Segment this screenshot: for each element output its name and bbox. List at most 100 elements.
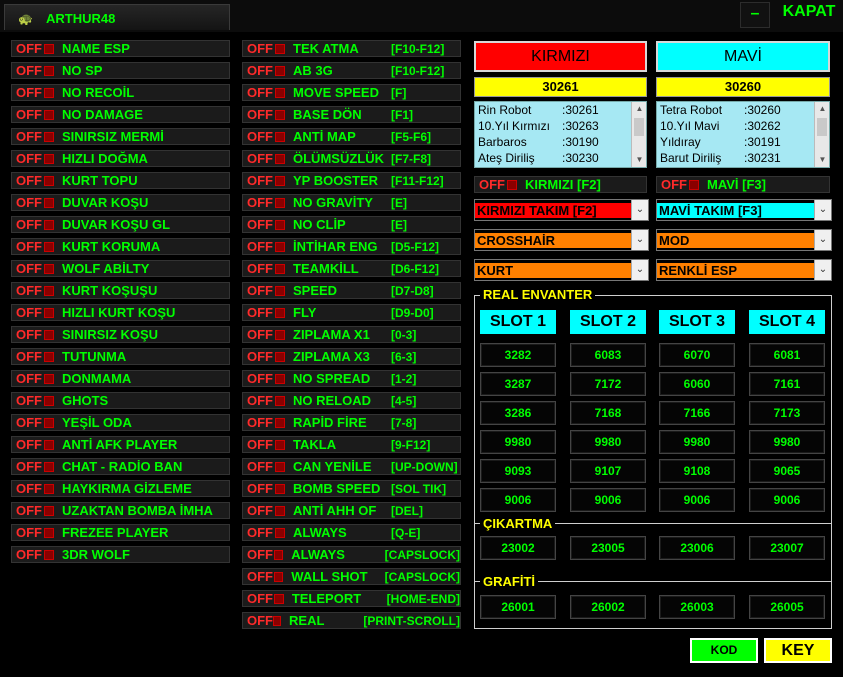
scrollbar[interactable]: ▲ ▼	[814, 102, 829, 167]
feature-toggle[interactable]: OFF NO SP	[11, 62, 230, 79]
scroll-thumb[interactable]	[634, 118, 644, 136]
feature-toggle[interactable]: OFF WOLF ABİLTY	[11, 260, 230, 277]
inventory-slot-input[interactable]: 9980	[659, 430, 735, 454]
hotkey-feature-toggle[interactable]: OFF SPEED [D7-D8]	[242, 282, 461, 299]
blue-team-button[interactable]: MAVİ	[656, 41, 830, 72]
inventory-slot-input[interactable]: 9108	[659, 459, 735, 483]
mod-dropdown[interactable]: MOD ⌄	[656, 229, 832, 251]
list-item[interactable]: Rin Robot:30261	[475, 102, 646, 118]
hotkey-feature-toggle[interactable]: OFF TEK ATMA [F10-F12]	[242, 40, 461, 57]
hotkey-feature-toggle[interactable]: OFF NO GRAVİTY [E]	[242, 194, 461, 211]
inventory-slot-input[interactable]: 9980	[570, 430, 646, 454]
feature-toggle[interactable]: OFF CHAT - RADİO BAN	[11, 458, 230, 475]
cikartma-input[interactable]: 23005	[570, 536, 646, 560]
list-item[interactable]: Tetra Robot:30260	[657, 102, 829, 118]
red-team-dropdown[interactable]: KIRMIZI TAKIM [F2] ⌄	[474, 199, 649, 221]
inventory-slot-input[interactable]: 7166	[659, 401, 735, 425]
hotkey-feature-toggle[interactable]: OFF YP BOOSTER [F11-F12]	[242, 172, 461, 189]
feature-toggle[interactable]: OFF HIZLI DOĞMA	[11, 150, 230, 167]
grafiti-input[interactable]: 26002	[570, 595, 646, 619]
inventory-slot-input[interactable]: 6083	[570, 343, 646, 367]
blue-team-dropdown[interactable]: MAVİ TAKIM [F3] ⌄	[656, 199, 832, 221]
hotkey-feature-toggle[interactable]: OFF MOVE SPEED [F]	[242, 84, 461, 101]
scroll-up-icon[interactable]: ▲	[632, 102, 646, 116]
red-team-button[interactable]: KIRMIZI	[474, 41, 647, 72]
hotkey-feature-toggle[interactable]: OFF ANTİ AHH OF [DEL]	[242, 502, 461, 519]
list-item[interactable]: Yıldıray:30191	[657, 134, 829, 150]
kod-button[interactable]: KOD	[690, 638, 758, 663]
cikartma-input[interactable]: 23002	[480, 536, 556, 560]
inventory-slot-input[interactable]: 9980	[749, 430, 825, 454]
blue-team-list[interactable]: Tetra Robot:30260 10.Yıl Mavi:30262 Yıldır…	[656, 101, 830, 168]
feature-toggle[interactable]: OFF NAME ESP	[11, 40, 230, 57]
red-team-toggle[interactable]: OFF KIRMIZI [F2]	[474, 176, 647, 193]
inventory-slot-input[interactable]: 3287	[480, 372, 556, 396]
hotkey-feature-toggle[interactable]: OFF BASE DÖN [F1]	[242, 106, 461, 123]
inventory-slot-input[interactable]: 7168	[570, 401, 646, 425]
list-item[interactable]: Barbaros:30190	[475, 134, 646, 150]
inventory-slot-input[interactable]: 9006	[659, 488, 735, 512]
minimize-button[interactable]: –	[740, 2, 770, 28]
hotkey-feature-toggle[interactable]: OFF ALWAYS [Q-E]	[242, 524, 461, 541]
hotkey-feature-toggle[interactable]: OFF REAL [PRINT-SCROLL]	[242, 612, 461, 629]
cikartma-input[interactable]: 23007	[749, 536, 825, 560]
hotkey-feature-toggle[interactable]: OFF NO CLİP [E]	[242, 216, 461, 233]
grafiti-input[interactable]: 26003	[659, 595, 735, 619]
feature-toggle[interactable]: OFF KURT KOŞUŞU	[11, 282, 230, 299]
list-item[interactable]: 10.Yıl Kırmızı:30263	[475, 118, 646, 134]
scroll-down-icon[interactable]: ▼	[815, 153, 829, 167]
hotkey-feature-toggle[interactable]: OFF RAPİD FİRE [7-8]	[242, 414, 461, 431]
inventory-slot-input[interactable]: 7173	[749, 401, 825, 425]
grafiti-input[interactable]: 26005	[749, 595, 825, 619]
key-button[interactable]: KEY	[764, 638, 832, 663]
hotkey-feature-toggle[interactable]: OFF CAN YENİLE [UP-DOWN]	[242, 458, 461, 475]
feature-toggle[interactable]: OFF HAYKIRMA GİZLEME	[11, 480, 230, 497]
inventory-slot-input[interactable]: 3282	[480, 343, 556, 367]
feature-toggle[interactable]: OFF ANTİ AFK PLAYER	[11, 436, 230, 453]
hotkey-feature-toggle[interactable]: OFF ÖLÜMSÜZLÜK [F7-F8]	[242, 150, 461, 167]
feature-toggle[interactable]: OFF DONMAMA	[11, 370, 230, 387]
list-item[interactable]: Barut Diriliş:30231	[657, 150, 829, 166]
inventory-slot-input[interactable]: 3286	[480, 401, 556, 425]
inventory-slot-input[interactable]: 6070	[659, 343, 735, 367]
inventory-slot-input[interactable]: 6060	[659, 372, 735, 396]
feature-toggle[interactable]: OFF 3DR WOLF	[11, 546, 230, 563]
hotkey-feature-toggle[interactable]: OFF NO RELOAD [4-5]	[242, 392, 461, 409]
cikartma-input[interactable]: 23006	[659, 536, 735, 560]
red-team-list[interactable]: Rin Robot:30261 10.Yıl Kırmızı:30263 Barba…	[474, 101, 647, 168]
hotkey-feature-toggle[interactable]: OFF AB 3G [F10-F12]	[242, 62, 461, 79]
hotkey-feature-toggle[interactable]: OFF TEAMKİLL [D6-F12]	[242, 260, 461, 277]
kurt-dropdown[interactable]: KURT ⌄	[474, 259, 649, 281]
scrollbar[interactable]: ▲ ▼	[631, 102, 646, 167]
feature-toggle[interactable]: OFF HIZLI KURT KOŞU	[11, 304, 230, 321]
list-item[interactable]: 10.Yıl Mavi:30262	[657, 118, 829, 134]
hotkey-feature-toggle[interactable]: OFF ZIPLAMA X1 [0-3]	[242, 326, 461, 343]
inventory-slot-input[interactable]: 7161	[749, 372, 825, 396]
hotkey-feature-toggle[interactable]: OFF ZIPLAMA X3 [6-3]	[242, 348, 461, 365]
inventory-slot-input[interactable]: 9006	[570, 488, 646, 512]
hotkey-feature-toggle[interactable]: OFF ANTİ MAP [F5-F6]	[242, 128, 461, 145]
scroll-down-icon[interactable]: ▼	[632, 153, 646, 167]
feature-toggle[interactable]: OFF GHOTS	[11, 392, 230, 409]
hotkey-feature-toggle[interactable]: OFF FLY [D9-D0]	[242, 304, 461, 321]
chevron-down-icon[interactable]: ⌄	[814, 200, 831, 220]
scroll-up-icon[interactable]: ▲	[815, 102, 829, 116]
feature-toggle[interactable]: OFF DUVAR KOŞU	[11, 194, 230, 211]
hotkey-feature-toggle[interactable]: OFF ALWAYS [CAPSLOCK]	[242, 546, 461, 563]
list-item[interactable]: Ateş Diriliş:30230	[475, 150, 646, 166]
inventory-slot-input[interactable]: 9065	[749, 459, 825, 483]
feature-toggle[interactable]: OFF KURT KORUMA	[11, 238, 230, 255]
inventory-slot-input[interactable]: 9093	[480, 459, 556, 483]
chevron-down-icon[interactable]: ⌄	[631, 260, 648, 280]
inventory-slot-input[interactable]: 9006	[749, 488, 825, 512]
chevron-down-icon[interactable]: ⌄	[814, 260, 831, 280]
hotkey-feature-toggle[interactable]: OFF BOMB SPEED [SOL TIK]	[242, 480, 461, 497]
hotkey-feature-toggle[interactable]: OFF İNTİHAR ENG [D5-F12]	[242, 238, 461, 255]
grafiti-input[interactable]: 26001	[480, 595, 556, 619]
hotkey-feature-toggle[interactable]: OFF TAKLA [9-F12]	[242, 436, 461, 453]
hotkey-feature-toggle[interactable]: OFF WALL SHOT [CAPSLOCK]	[242, 568, 461, 585]
scroll-thumb[interactable]	[817, 118, 827, 136]
feature-toggle[interactable]: OFF SINIRSIZ MERMİ	[11, 128, 230, 145]
inventory-slot-input[interactable]: 9107	[570, 459, 646, 483]
blue-team-toggle[interactable]: OFF MAVİ [F3]	[656, 176, 830, 193]
